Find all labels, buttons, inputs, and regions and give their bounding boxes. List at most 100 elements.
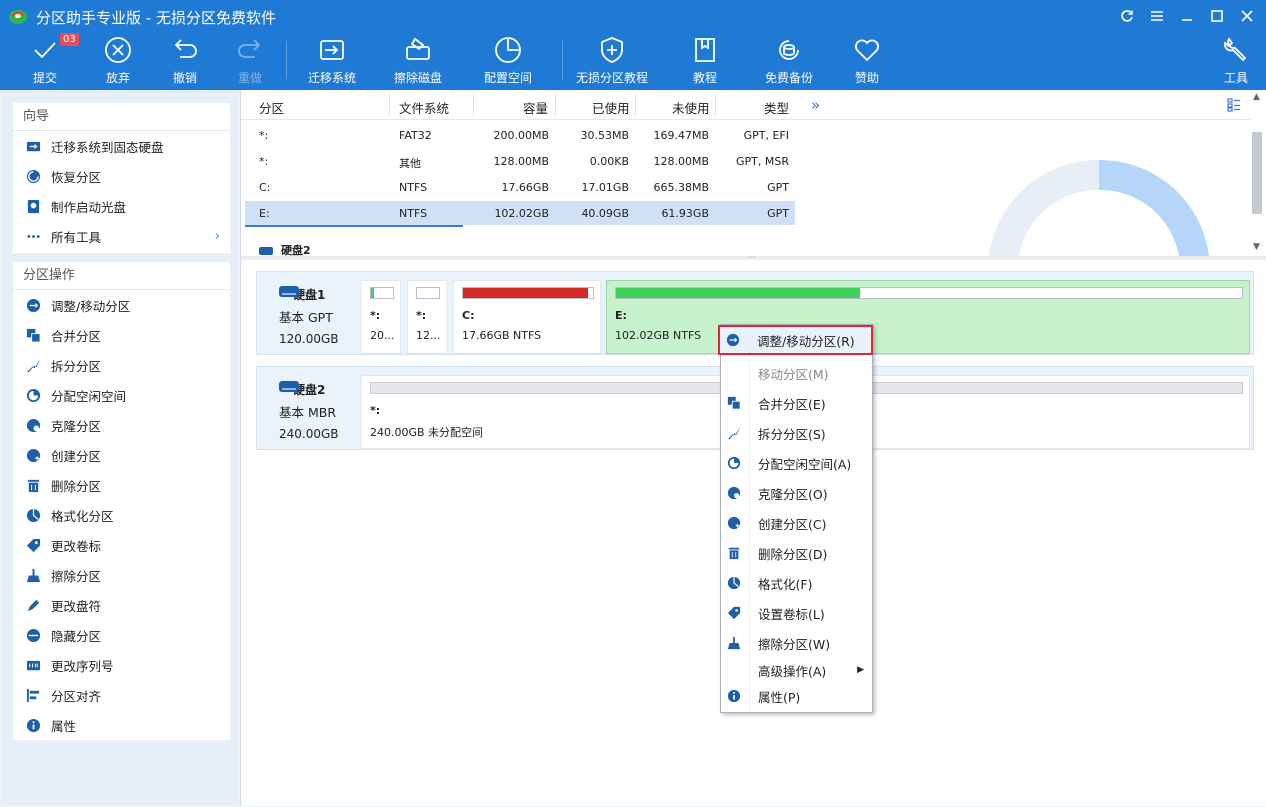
resize-icon xyxy=(25,297,41,313)
sidebar-item-all-tools[interactable]: 所有工具 › xyxy=(13,221,230,251)
menu-item-resize-move[interactable]: 调整/移动分区(R) xyxy=(718,325,873,355)
scrollbar-thumb[interactable] xyxy=(1252,132,1262,214)
label-icon xyxy=(727,606,741,620)
wipe-icon xyxy=(727,636,741,650)
menu-icon[interactable] xyxy=(1144,4,1170,28)
table-row[interactable]: C: NTFS 17.66GB 17.01GB 665.38MB GPT xyxy=(245,175,795,199)
sidebar-item-wipe[interactable]: 擦除分区 xyxy=(13,560,230,590)
table-scrollbar[interactable]: ▲ ▼ xyxy=(1250,92,1264,254)
sidebar-item-split[interactable]: 拆分分区 xyxy=(13,350,230,380)
menu-item-allocate[interactable]: 分配空闲空间(A) xyxy=(721,448,872,478)
undo-button[interactable]: 撤销 xyxy=(170,35,200,89)
format-icon xyxy=(25,507,41,523)
disk2-size: 240.00GB xyxy=(279,427,339,441)
format-icon xyxy=(727,576,741,590)
col-partition[interactable]: 分区 xyxy=(259,98,284,117)
table-row[interactable]: *: FAT32 200.00MB 30.53MB 169.47MB GPT, … xyxy=(245,123,795,147)
more-columns-icon[interactable]: » xyxy=(811,96,820,114)
disk1-type: 基本 GPT xyxy=(279,310,333,325)
window-title: 分区助手专业版 - 无损分区免费软件 xyxy=(36,9,276,27)
scroll-down-icon[interactable]: ▼ xyxy=(1253,242,1260,252)
partition-block[interactable]: *: 12... xyxy=(407,280,447,354)
create-icon xyxy=(727,516,741,530)
sidebar-item-migrate-ssd[interactable]: 迁移系统到固态硬盘 xyxy=(13,131,230,161)
sidebar-item-change-label[interactable]: 更改卷标 xyxy=(13,530,230,560)
tools-button[interactable]: 工具 xyxy=(1221,35,1251,89)
merge-icon xyxy=(25,327,41,343)
wipe-disk-button[interactable]: 擦除磁盘 xyxy=(394,35,442,89)
menu-item-create[interactable]: 创建分区(C) xyxy=(721,508,872,538)
book-icon xyxy=(695,38,715,62)
disk1-info: 硬盘1 基本 GPT 120.00GB xyxy=(265,278,357,346)
usage-bar xyxy=(462,287,594,299)
col-type[interactable]: 类型 xyxy=(764,98,789,117)
sidebar-item-align[interactable]: 分区对齐 xyxy=(13,680,230,710)
sidebar-item-hide[interactable]: 隐藏分区 xyxy=(13,620,230,650)
table-row[interactable]: *: 其他 128.00MB 0.00KB 128.00MB GPT, MSR xyxy=(245,149,795,173)
menu-item-properties[interactable]: 属性(P) xyxy=(721,681,872,711)
sidebar-item-recover-partition[interactable]: 恢复分区 xyxy=(13,161,230,191)
partition-block[interactable]: *: 20... xyxy=(361,280,401,354)
layout-toggle-icon[interactable] xyxy=(1227,98,1241,112)
col-used[interactable]: 已使用 xyxy=(592,98,630,117)
sidebar-item-change-letter[interactable]: 更改盘符 xyxy=(13,590,230,620)
migrate-os-button[interactable]: 迁移系统 xyxy=(308,35,356,89)
sidebar-item-delete[interactable]: 删除分区 xyxy=(13,470,230,500)
allocate-space-button[interactable]: 配置空间 xyxy=(484,35,532,89)
partition-operations-section: 分区操作 调整/移动分区 合并分区 拆分分区 分配空闲空间 克隆分区 创建分区 … xyxy=(13,262,230,740)
scroll-up-icon[interactable]: ▲ xyxy=(1253,92,1260,102)
table-row-selected[interactable]: E: NTFS 102.02GB 40.09GB 61.93GB GPT xyxy=(245,201,795,227)
maximize-icon[interactable] xyxy=(1204,4,1230,28)
lossless-tutorial-button[interactable]: 无损分区教程 xyxy=(576,35,648,89)
menu-item-delete[interactable]: 删除分区(D) xyxy=(721,538,872,568)
sidebar-item-create[interactable]: 创建分区 xyxy=(13,440,230,470)
minimize-icon[interactable] xyxy=(1174,4,1200,28)
commit-button[interactable]: 03 提交 xyxy=(30,33,79,89)
usage-donut-chart xyxy=(989,160,1209,256)
menu-item-move[interactable]: 移动分区(M) xyxy=(721,358,872,388)
sidebar-item-merge[interactable]: 合并分区 xyxy=(13,320,230,350)
col-unused[interactable]: 未使用 xyxy=(672,98,710,117)
allocate-icon xyxy=(25,387,41,403)
letter-icon xyxy=(25,597,41,613)
menu-item-merge[interactable]: 合并分区(E) xyxy=(721,388,872,418)
main-area: 向导 迁移系统到固态硬盘 恢复分区 制作启动光盘 所有工具 › 分区操作 调整/… xyxy=(0,90,1266,807)
col-capacity[interactable]: 容量 xyxy=(523,98,548,117)
discard-button[interactable]: 放弃 xyxy=(103,35,133,89)
column-divider xyxy=(389,94,390,116)
sidebar-item-resize[interactable]: 调整/移动分区 xyxy=(13,290,230,320)
free-backup-button[interactable]: 免费备份 xyxy=(765,35,813,89)
sponsor-button[interactable]: 赞助 xyxy=(852,35,882,89)
menu-item-wipe[interactable]: 擦除分区(W) xyxy=(721,628,872,658)
menu-item-set-label[interactable]: 设置卷标(L) xyxy=(721,598,872,628)
partition-block-e-selected[interactable]: E: 102.02GB NTFS xyxy=(606,280,1250,354)
menu-item-split[interactable]: 拆分分区(S) xyxy=(721,418,872,448)
delete-icon xyxy=(727,546,741,560)
sidebar-item-serial[interactable]: 更改序列号 xyxy=(13,650,230,680)
sidebar-item-bootdisk[interactable]: 制作启动光盘 xyxy=(13,191,230,221)
column-divider xyxy=(635,94,636,116)
wipe-disk-icon xyxy=(406,37,430,60)
sidebar-item-clone[interactable]: 克隆分区 xyxy=(13,410,230,440)
clone-icon xyxy=(25,417,41,433)
refresh-icon[interactable] xyxy=(1114,4,1140,28)
sidebar-item-allocate[interactable]: 分配空闲空间 xyxy=(13,380,230,410)
column-divider xyxy=(473,94,474,116)
panel-splitter[interactable]: ··· xyxy=(241,254,1266,262)
sidebar-item-format[interactable]: 格式化分区 xyxy=(13,500,230,530)
col-filesystem[interactable]: 文件系统 xyxy=(399,98,449,117)
tutorial-button[interactable]: 教程 xyxy=(690,35,720,89)
wipe-icon xyxy=(25,567,41,583)
toolbar-divider xyxy=(562,41,563,79)
menu-item-format[interactable]: 格式化(F) xyxy=(721,568,872,598)
partition-block-c[interactable]: C: 17.66GB NTFS xyxy=(453,280,601,354)
heart-icon xyxy=(855,39,879,62)
info-icon xyxy=(25,717,41,733)
operations-section-title: 分区操作 xyxy=(13,262,230,290)
pie-chart-icon xyxy=(495,37,521,63)
close-icon[interactable] xyxy=(1234,4,1260,28)
menu-item-clone[interactable]: 克隆分区(O) xyxy=(721,478,872,508)
redo-button[interactable]: 重做 xyxy=(235,35,265,89)
sidebar-item-properties[interactable]: 属性 xyxy=(13,710,230,740)
check-icon xyxy=(34,42,56,59)
